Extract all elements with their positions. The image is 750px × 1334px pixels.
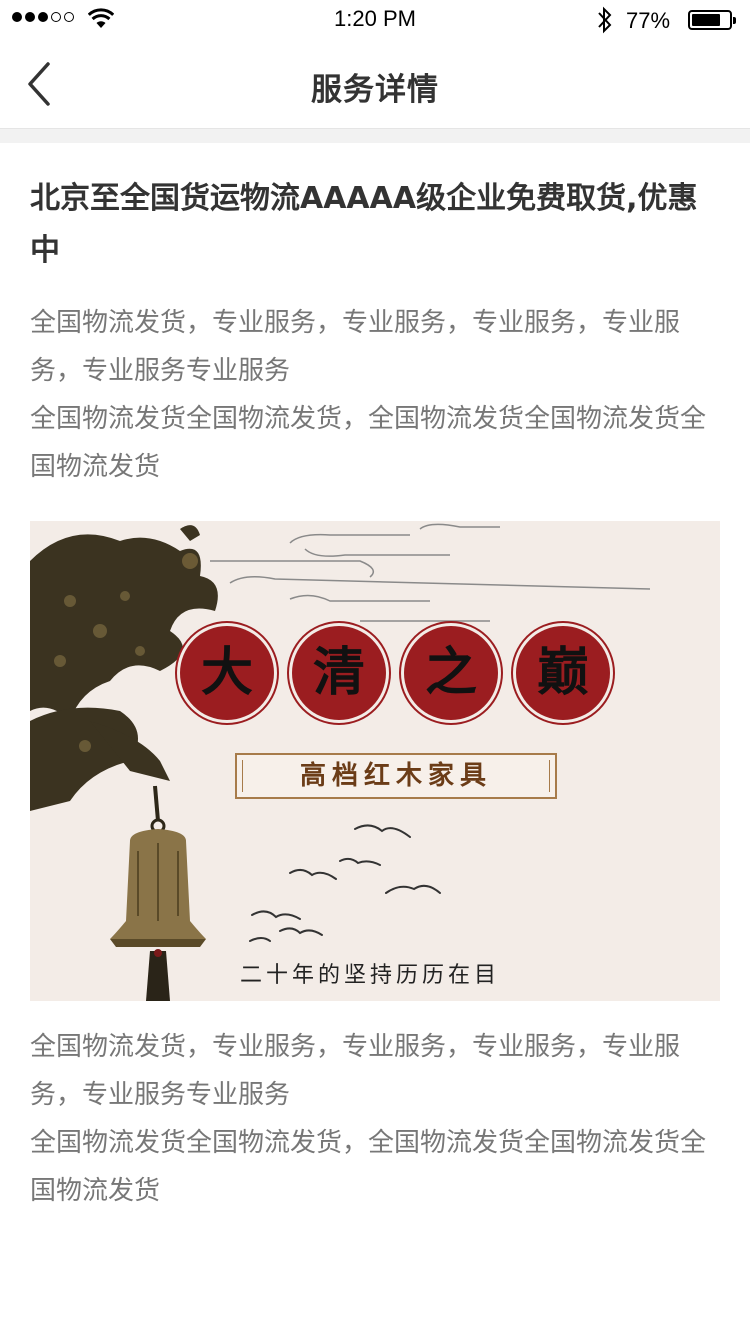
intro-paragraph: 全国物流发货全国物流发货，全国物流发货全国物流发货全国物流发货 (30, 404, 707, 482)
seal-character: 清 (292, 626, 386, 720)
intro-paragraph: 全国物流发货，专业服务，专业服务，专业服务，专业服务，专业服务专业服务 (30, 308, 681, 386)
nav-bar: 服务详情 (0, 40, 750, 129)
outro-paragraph: 全国物流发货全国物流发货，全国物流发货全国物流发货全国物流发货 (30, 1128, 707, 1206)
banner-image: 大 清 之 巅 高档红木家具 二十年的坚持历历在目 (30, 521, 720, 1001)
status-bar: 1:20 PM 77% (0, 0, 750, 40)
banner-plaque: 高档红木家具 (235, 753, 557, 799)
article-content: 北京至全国货运物流AAAAA级企业免费取货,优惠中 全国物流发货，专业服务，专业… (30, 143, 720, 1215)
article-title: 北京至全国货运物流AAAAA级企业免费取货,优惠中 (30, 181, 698, 268)
seal-character: 之 (404, 626, 498, 720)
seal-character: 巅 (516, 626, 610, 720)
outro-paragraph: 全国物流发货，专业服务，专业服务，专业服务，专业服务，专业服务专业服务 (30, 1032, 681, 1110)
bluetooth-icon (598, 6, 612, 34)
page-title: 服务详情 (311, 72, 439, 108)
banner-motto: 二十年的坚持历历在目 (240, 963, 501, 988)
section-divider (0, 129, 750, 143)
seal-character: 大 (180, 626, 274, 720)
battery-percent: 77% (626, 8, 671, 33)
seal-row: 大 清 之 巅 (180, 626, 620, 722)
battery-icon (688, 10, 736, 30)
